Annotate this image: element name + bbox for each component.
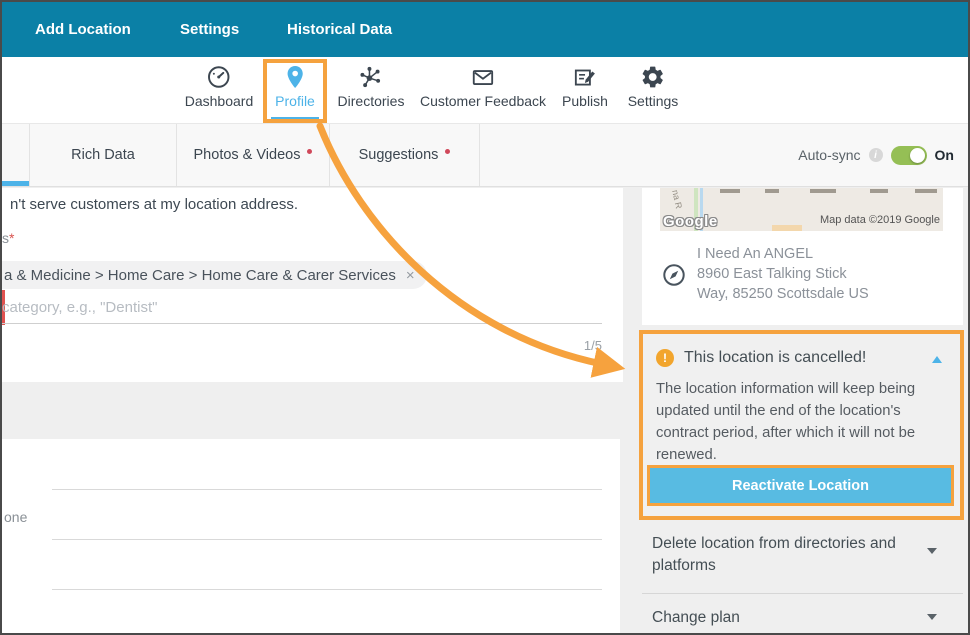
expand-caret-icon[interactable]: [927, 548, 937, 554]
map-pin-icon: [282, 64, 308, 90]
network-icon: [358, 64, 384, 90]
form-input-underline[interactable]: [52, 539, 602, 540]
reactivate-button-highlight: Reactivate Location: [647, 465, 954, 506]
toggle-knob: [910, 148, 925, 163]
compass-icon: [662, 263, 686, 287]
category-chip-text: a & Medicine > Home Care > Home Care & C…: [4, 267, 396, 284]
expand-caret-icon[interactable]: [927, 614, 937, 620]
document-pencil-icon: [572, 64, 598, 90]
nav-item-publish[interactable]: Publish: [562, 64, 608, 109]
required-asterisk: *: [9, 230, 14, 246]
map-attribution: Map data ©2019 Google: [820, 214, 940, 226]
service-area-statement: n't serve customers at my location addre…: [10, 196, 298, 213]
cancelled-panel: ! This location is cancelled! The locati…: [639, 330, 964, 520]
category-chip: a & Medicine > Home Care > Home Care & C…: [2, 261, 427, 289]
google-logo: Google: [663, 213, 718, 230]
collapse-caret-icon[interactable]: [932, 356, 942, 363]
location-name: I Need An ANGEL: [697, 244, 869, 264]
map-label-fragment: [915, 189, 937, 193]
cancelled-body: The location information will keep being…: [656, 378, 957, 466]
map-label-fragment: [870, 189, 888, 193]
info-icon[interactable]: i: [869, 148, 883, 162]
map-road-label: na R: [670, 189, 684, 210]
map-area-patch: [772, 225, 802, 231]
map-label-fragment: [765, 189, 779, 193]
nav-item-dashboard[interactable]: Dashboard: [185, 64, 254, 109]
autosync-label: Auto-sync: [798, 147, 860, 163]
nav-item-customer-feedback[interactable]: Customer Feedback: [420, 64, 546, 109]
autosync-toggle[interactable]: [891, 146, 927, 165]
notification-dot: [445, 149, 450, 154]
tab-rich-data[interactable]: Rich Data: [30, 124, 177, 186]
reactivate-location-button[interactable]: Reactivate Location: [650, 468, 951, 503]
tab-photos-videos[interactable]: Photos & Videos: [177, 124, 330, 186]
phone-label-fragment: one: [4, 509, 27, 525]
profile-form-card: n't serve customers at my location addre…: [2, 188, 623, 382]
nav-item-profile[interactable]: Profile: [275, 64, 315, 109]
nav-item-label: Directories: [338, 93, 405, 109]
map-preview[interactable]: na R Google Map data ©2019 Google: [660, 188, 943, 231]
form-input-underline[interactable]: [52, 589, 602, 590]
divider: [642, 593, 963, 594]
location-summary-card: na R Google Map data ©2019 Google I Need…: [642, 188, 963, 325]
warning-icon: !: [656, 349, 674, 367]
location-address-block: I Need An ANGEL 8960 East Talking Stick …: [697, 244, 869, 304]
category-input-underline: [2, 323, 602, 324]
nav-item-label: Publish: [562, 93, 608, 109]
map-label-fragment: [810, 189, 836, 193]
tab-partial-active[interactable]: [2, 124, 30, 186]
change-plan-action[interactable]: Change plan: [652, 607, 937, 629]
tab-label: Suggestions: [359, 147, 439, 163]
secondary-tabs: Rich Data Photos & Videos Suggestions Au…: [2, 124, 968, 187]
app-window: Add Location Settings Historical Data Da…: [0, 0, 970, 635]
topbar-historical-data[interactable]: Historical Data: [287, 21, 392, 38]
topbar-add-location[interactable]: Add Location: [35, 21, 131, 38]
topbar: Add Location Settings Historical Data: [2, 2, 968, 57]
chip-remove-icon[interactable]: ×: [406, 267, 415, 284]
profile-active-underline: [271, 117, 319, 123]
contact-form-card: one: [2, 439, 620, 635]
delete-location-action[interactable]: Delete location from directories and pla…: [652, 533, 937, 577]
address-line: Way, 85250 Scottsdale US: [697, 284, 869, 304]
nav-item-label: Profile: [275, 93, 315, 109]
form-input-underline[interactable]: [52, 489, 602, 490]
nav-item-settings[interactable]: Settings: [628, 64, 679, 109]
nav-item-directories[interactable]: Directories: [338, 64, 405, 109]
gear-icon: [640, 64, 666, 90]
tab-label: Rich Data: [71, 147, 135, 163]
nav-item-label: Settings: [628, 93, 679, 109]
category-counter: 1/5: [302, 338, 602, 353]
nav-item-label: Customer Feedback: [420, 93, 546, 109]
primary-nav: Dashboard Profile Directories: [2, 57, 968, 124]
autosync-control: Auto-sync i On: [798, 124, 954, 186]
autosync-state: On: [935, 147, 954, 163]
map-label-fragment: [720, 189, 740, 193]
gauge-icon: [206, 64, 232, 90]
categories-label-fragment: s*: [2, 230, 14, 246]
address-line: 8960 East Talking Stick: [697, 264, 869, 284]
tab-label: Photos & Videos: [194, 147, 301, 163]
cancelled-title: This location is cancelled!: [684, 349, 866, 367]
envelope-icon: [470, 64, 496, 90]
notification-dot: [307, 149, 312, 154]
tab-active-underline: [2, 181, 29, 186]
category-input-placeholder[interactable]: category, e.g., "Dentist": [2, 299, 157, 316]
tab-suggestions[interactable]: Suggestions: [330, 124, 480, 186]
nav-item-label: Dashboard: [185, 93, 254, 109]
location-actions: Delete location from directories and pla…: [642, 519, 963, 635]
topbar-settings[interactable]: Settings: [180, 21, 239, 38]
